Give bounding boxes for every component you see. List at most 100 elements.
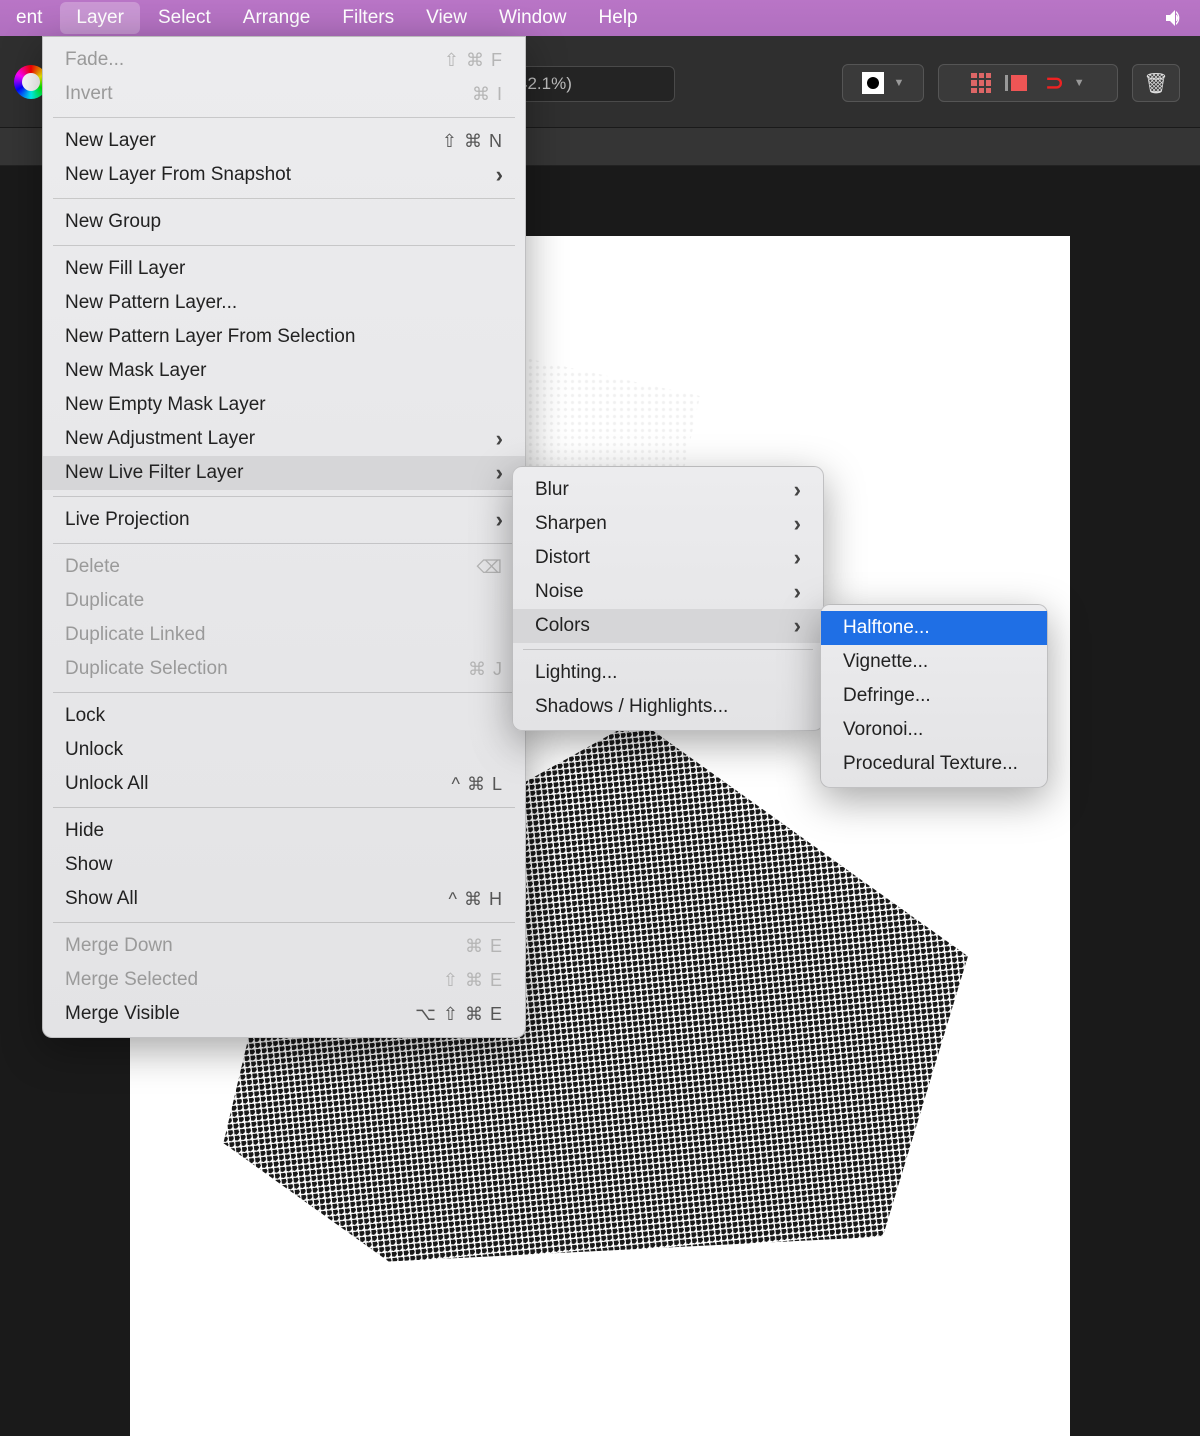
menu-item-label: Noise [535, 581, 584, 603]
menu-item-noise[interactable]: Noise › [513, 575, 823, 609]
menu-item-new-pattern-layer[interactable]: New Pattern Layer... [43, 286, 525, 320]
dropdown-caret-icon: ▼ [1074, 77, 1085, 89]
menu-item-show-all[interactable]: Show All ^ ⌘ H [43, 882, 525, 916]
menu-item-live-projection[interactable]: Live Projection › [43, 503, 525, 537]
menu-filters[interactable]: Filters [326, 0, 410, 36]
menu-item-blur[interactable]: Blur› [513, 473, 823, 507]
menu-item-show[interactable]: Show [43, 848, 525, 882]
menu-item-label: New Mask Layer [65, 360, 207, 382]
zoom-field[interactable]: 42.1%) [505, 66, 675, 102]
menu-item-label: Show All [65, 888, 138, 910]
menu-item-label: Procedural Texture... [843, 753, 1018, 775]
menu-item-unlock-all[interactable]: Unlock All ^ ⌘ L [43, 767, 525, 801]
menu-item-label: New Empty Mask Layer [65, 394, 266, 416]
menu-window[interactable]: Window [483, 0, 583, 36]
menu-item-label: Unlock All [65, 773, 148, 795]
live-filter-submenu: Blur›Sharpen›Distort›Noise›Colors›Lighti… [512, 466, 824, 731]
menu-item-delete: Delete⌫ [43, 550, 525, 584]
menu-item-label: New Layer From Snapshot [65, 164, 291, 186]
menu-item-label: Lock [65, 705, 105, 727]
menu-item-new-mask-layer[interactable]: New Mask Layer [43, 354, 525, 388]
menu-item-label: New Pattern Layer... [65, 292, 237, 314]
menu-item-label: New Live Filter Layer [65, 462, 243, 484]
menu-item-shadows-highlights[interactable]: Shadows / Highlights... [513, 690, 823, 724]
menu-separator [53, 807, 515, 808]
menu-item-label: Defringe... [843, 685, 931, 707]
chevron-right-icon: › [794, 613, 801, 639]
menu-item-procedural-texture[interactable]: Procedural Texture... [821, 747, 1047, 781]
menu-shortcut: ⌘ I [472, 84, 503, 105]
menu-item-label: Vignette... [843, 651, 928, 673]
menu-item-label: Voronoi... [843, 719, 923, 741]
menu-ent[interactable]: ent [0, 0, 58, 36]
menu-item-new-pattern-layer-from-selection[interactable]: New Pattern Layer From Selection [43, 320, 525, 354]
dropdown-caret-icon: ▼ [894, 77, 905, 89]
mask-mode-button[interactable]: ▼ [842, 64, 924, 102]
menu-shortcut: ⇧ ⌘ N [442, 131, 503, 152]
menu-shortcut: ⌘ J [468, 659, 503, 680]
menu-item-sharpen[interactable]: Sharpen› [513, 507, 823, 541]
chevron-right-icon: › [794, 579, 801, 605]
menu-item-merge-visible[interactable]: Merge Visible⌥ ⇧ ⌘ E [43, 997, 525, 1031]
menu-item-new-layer-from-snapshot[interactable]: New Layer From Snapshot› [43, 158, 525, 192]
menu-item-new-empty-mask-layer[interactable]: New Empty Mask Layer [43, 388, 525, 422]
menu-arrange[interactable]: Arrange [227, 0, 327, 36]
menu-item-label: Unlock [65, 739, 123, 761]
align-icon [1005, 75, 1027, 91]
menu-item-label: New Layer [65, 130, 156, 152]
menu-item-label: New Adjustment Layer [65, 428, 255, 450]
menu-item-colors[interactable]: Colors› [513, 609, 823, 643]
menu-shortcut: ⌥ ⇧ ⌘ E [415, 1004, 503, 1025]
menu-shortcut: ^ ⌘ L [452, 774, 503, 795]
menu-item-defringe[interactable]: Defringe... [821, 679, 1047, 713]
menu-item-lock[interactable]: Lock [43, 699, 525, 733]
snap-grid-icon [971, 73, 991, 93]
menu-item-new-group[interactable]: New Group [43, 205, 525, 239]
menu-item-lighting[interactable]: Lighting... [513, 656, 823, 690]
menu-item-duplicate-selection: Duplicate Selection⌘ J [43, 652, 525, 686]
menu-view[interactable]: View [410, 0, 483, 36]
menu-layer[interactable]: Layer [60, 2, 140, 34]
menu-item-vignette[interactable]: Vignette... [821, 645, 1047, 679]
menu-item-label: Halftone... [843, 617, 930, 639]
menu-item-label: Lighting... [535, 662, 617, 684]
chevron-right-icon: › [496, 507, 503, 533]
menu-item-label: Delete [65, 556, 120, 578]
chevron-right-icon: › [496, 426, 503, 452]
menu-item-distort[interactable]: Distort› [513, 541, 823, 575]
menu-item-label: New Pattern Layer From Selection [65, 326, 355, 348]
menu-item-label: Duplicate Linked [65, 624, 205, 646]
menu-help[interactable]: Help [583, 0, 654, 36]
menu-shortcut: ⌘ E [465, 936, 503, 957]
menu-separator [53, 117, 515, 118]
menu-item-label: Fade... [65, 49, 124, 71]
menu-item-label: Distort [535, 547, 590, 569]
menu-item-hide[interactable]: Hide [43, 814, 525, 848]
volume-icon[interactable] [1162, 6, 1186, 30]
magnet-icon: ⊃ [1045, 70, 1063, 96]
menu-item-label: Invert [65, 83, 113, 105]
menu-item-voronoi[interactable]: Voronoi... [821, 713, 1047, 747]
menu-item-duplicate-linked: Duplicate Linked [43, 618, 525, 652]
menu-item-label: Sharpen [535, 513, 607, 535]
menu-item-new-fill-layer[interactable]: New Fill Layer [43, 252, 525, 286]
menu-separator [53, 922, 515, 923]
zoom-value: 42.1%) [518, 74, 572, 94]
snap-align-group[interactable]: ⊃ ▼ [938, 64, 1118, 102]
menu-shortcut: ⇧ ⌘ E [443, 970, 503, 991]
menu-item-unlock[interactable]: Unlock [43, 733, 525, 767]
menu-item-halftone[interactable]: Halftone... [821, 611, 1047, 645]
menu-item-label: Live Projection [65, 509, 190, 531]
menu-item-new-live-filter-layer[interactable]: New Live Filter Layer› [43, 456, 525, 490]
menu-shortcut: ^ ⌘ H [449, 889, 503, 910]
menu-item-label: New Fill Layer [65, 258, 185, 280]
menu-separator [53, 543, 515, 544]
menu-separator [53, 692, 515, 693]
trash-button[interactable]: 🗑 [1132, 64, 1180, 102]
menu-separator [523, 649, 813, 650]
menu-item-new-adjustment-layer[interactable]: New Adjustment Layer › [43, 422, 525, 456]
menu-separator [53, 198, 515, 199]
chevron-right-icon: › [794, 477, 801, 503]
menu-select[interactable]: Select [142, 0, 227, 36]
menu-item-new-layer[interactable]: New Layer ⇧ ⌘ N [43, 124, 525, 158]
